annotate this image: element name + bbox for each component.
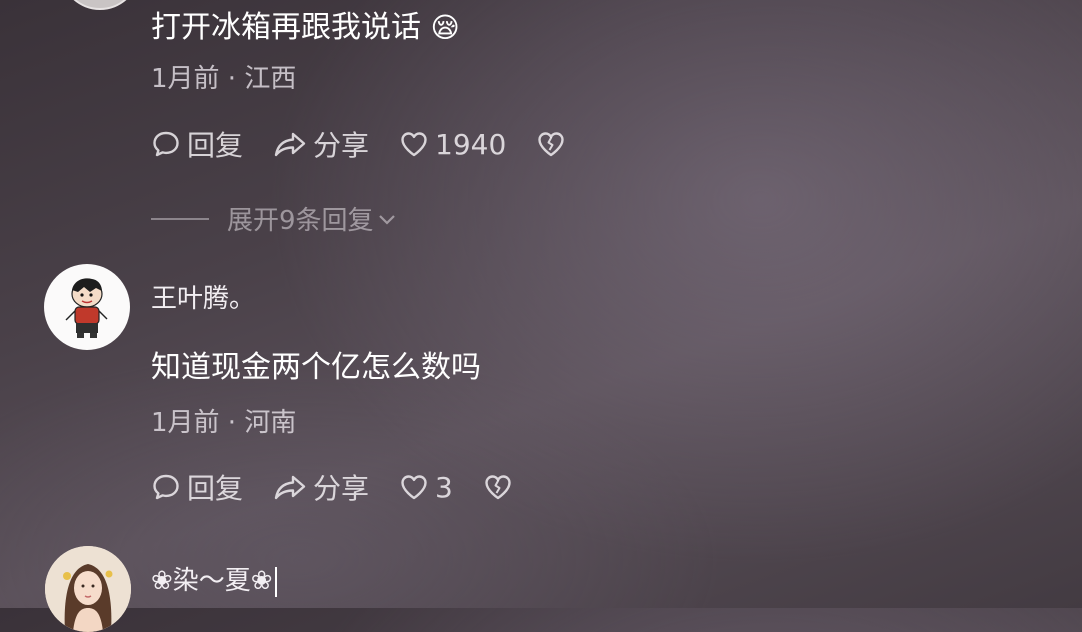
comment-text: 打开冰箱再跟我说话 😪 [151,10,460,45]
expand-replies-button[interactable]: 展开9条回复 [151,200,398,237]
illustrated-girl-avatar-icon [45,546,131,632]
dislike-button[interactable] [483,472,513,502]
cartoon-boy-avatar-icon [65,278,108,338]
heart-icon [401,132,427,157]
comment-actions: 回复 分享 1940 [151,124,596,164]
reply-label: 回复 [187,129,244,162]
broken-heart-icon [538,132,564,157]
divider [151,217,209,220]
broken-heart-icon [485,475,511,500]
username[interactable]: ❀染～夏❀ [151,560,277,597]
reply-button[interactable]: 回复 [151,467,243,507]
text-cursor [274,566,277,597]
like-button[interactable]: 3 [399,471,453,504]
avatar[interactable] [60,0,140,10]
reply-label: 回复 [187,472,244,505]
comment-bubble-icon [153,131,179,157]
comment-bubble-icon [153,474,179,500]
comment-meta: 1月前 · 江西 [151,64,297,94]
heart-icon [401,475,427,500]
dislike-button[interactable] [536,129,566,159]
share-arrow-icon [274,475,306,500]
share-label: 分享 [313,129,370,162]
sleepy-emoji: 😪 [430,11,460,44]
like-button[interactable]: 1940 [399,128,506,161]
share-arrow-icon [274,132,306,157]
chevron-down-icon [378,214,395,225]
reply-button[interactable]: 回复 [151,124,243,164]
share-label: 分享 [313,472,370,505]
expand-replies-label: 展开9条回复 [227,206,374,236]
username[interactable]: 王叶腾。 [151,278,255,315]
share-button[interactable]: 分享 [273,124,369,164]
comment-actions: 回复 分享 3 [151,467,543,507]
avatar[interactable] [44,264,130,350]
like-count: 3 [435,470,453,504]
like-count: 1940 [435,127,507,161]
comment-meta: 1月前 · 河南 [151,408,297,438]
share-button[interactable]: 分享 [273,467,369,507]
avatar[interactable] [45,546,131,632]
comment-text: 知道现金两个亿怎么数吗 [151,350,481,385]
